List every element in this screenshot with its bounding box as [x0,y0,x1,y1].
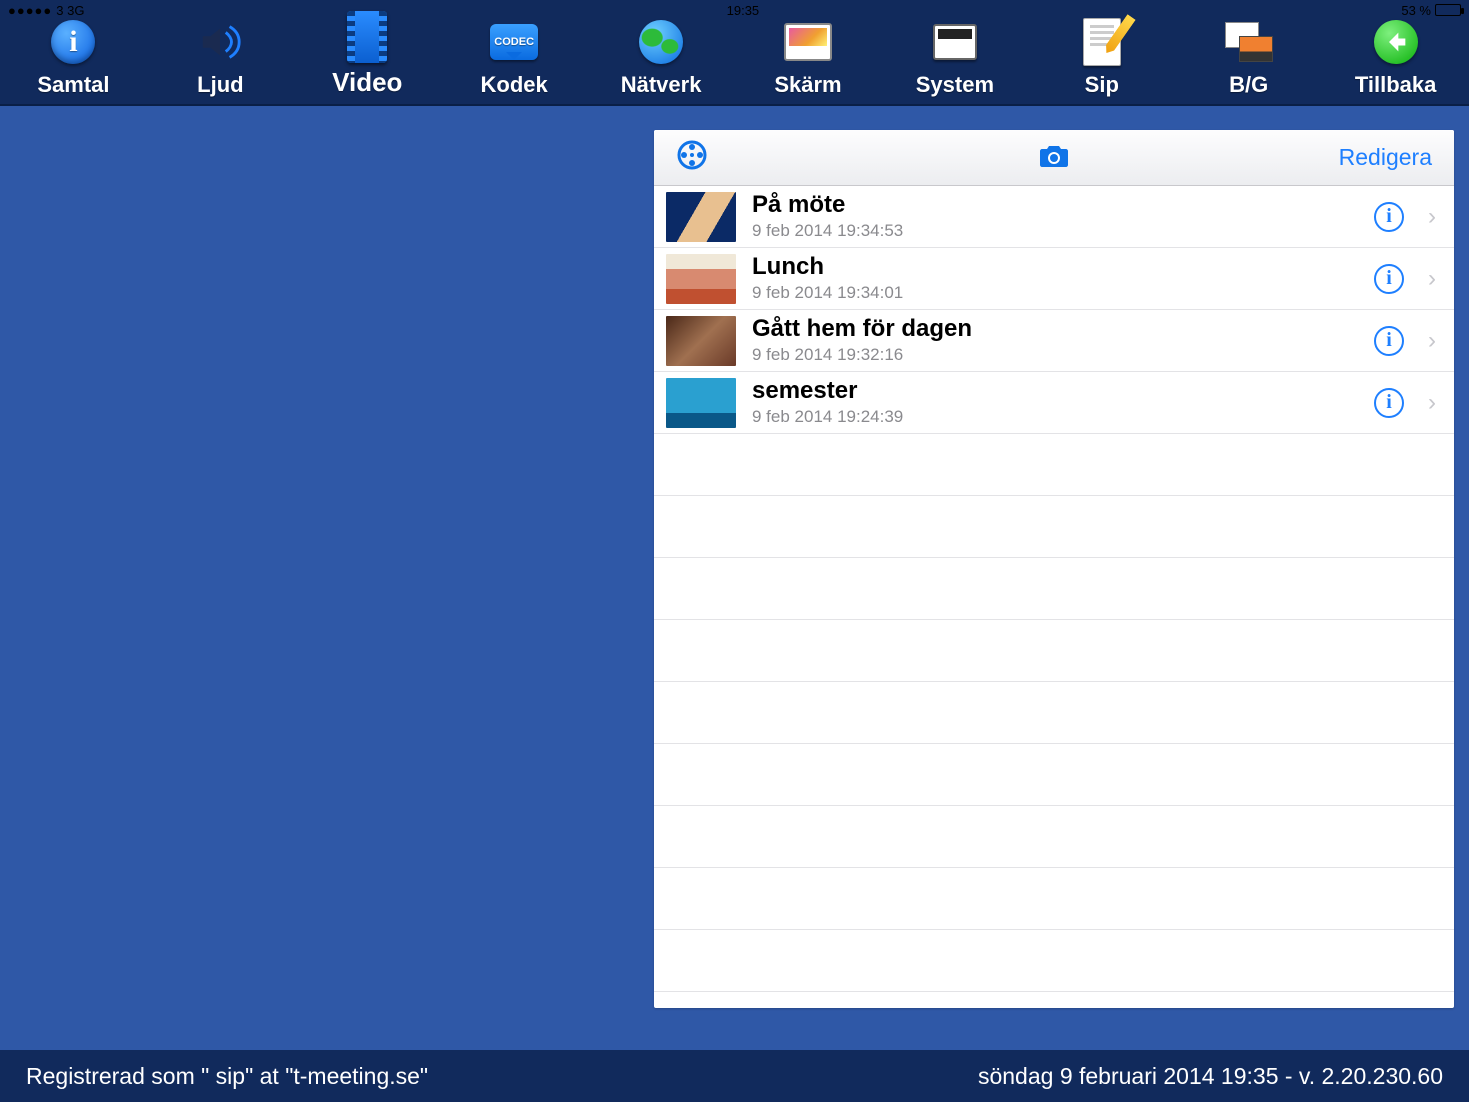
tab-label: Tillbaka [1355,72,1437,98]
tab-kodek[interactable]: CODEC Kodek [441,18,588,98]
tab-natverk[interactable]: Nätverk [588,18,735,98]
list-item-empty [654,806,1454,868]
datetime-version: söndag 9 februari 2014 19:35 - v. 2.20.2… [978,1063,1443,1090]
tab-system[interactable]: System [881,18,1028,98]
item-timestamp: 9 feb 2014 19:34:01 [752,283,1358,303]
thumbnail [666,378,736,428]
tab-label: Sip [1085,72,1119,98]
tab-label: Ljud [197,72,243,98]
tab-label: Video [332,67,402,98]
list-item[interactable]: Gått hem för dagen 9 feb 2014 19:32:16 i… [654,310,1454,372]
document-pencil-icon [1083,18,1121,66]
chevron-right-icon: › [1428,265,1436,293]
footer-bar: Registrerad som " sip" at "t-meeting.se"… [0,1050,1469,1102]
screen-icon [784,23,832,61]
status-bar: ●●●●● 3 3G 19:35 53 % [0,0,1469,20]
tab-video[interactable]: Video [294,13,441,98]
film-reel-icon[interactable] [676,139,708,176]
info-button[interactable]: i [1374,202,1404,232]
status-time: 19:35 [727,3,760,18]
tab-samtal[interactable]: i Samtal [0,18,147,98]
list-item-empty [654,620,1454,682]
item-timestamp: 9 feb 2014 19:32:16 [752,345,1358,365]
item-timestamp: 9 feb 2014 19:24:39 [752,407,1358,427]
edit-button[interactable]: Redigera [1339,144,1432,171]
monitor-icon [933,24,977,60]
tab-label: Skärm [774,72,841,98]
battery-percent: 53 % [1401,3,1431,18]
item-timestamp: 9 feb 2014 19:34:53 [752,221,1358,241]
back-arrow-icon [1374,20,1418,64]
tab-skarm[interactable]: Skärm [735,18,882,98]
list-item-empty [654,868,1454,930]
registration-status: Registrerad som " sip" at "t-meeting.se" [26,1063,428,1090]
video-list-panel: Redigera På möte 9 feb 2014 19:34:53 i ›… [654,130,1454,1008]
carrier-label: 3 3G [56,3,84,18]
pictures-icon [1225,22,1273,62]
item-title: Lunch [752,254,1358,280]
video-list: På möte 9 feb 2014 19:34:53 i › Lunch 9 … [654,186,1454,1008]
speaker-icon [196,18,244,66]
chevron-right-icon: › [1428,327,1436,355]
thumbnail [666,254,736,304]
tab-label: Nätverk [621,72,702,98]
list-item-empty [654,558,1454,620]
tab-label: B/G [1229,72,1268,98]
codec-icon: CODEC [490,24,538,60]
info-button[interactable]: i [1374,388,1404,418]
info-circle-icon: i [51,20,95,64]
list-item[interactable]: Lunch 9 feb 2014 19:34:01 i › [654,248,1454,310]
signal-dots: ●●●●● [8,3,52,18]
list-item-empty [654,434,1454,496]
tab-ljud[interactable]: Ljud [147,18,294,98]
tab-label: Samtal [37,72,109,98]
tab-label: System [916,72,994,98]
main-area: Redigera På möte 9 feb 2014 19:34:53 i ›… [0,106,1469,1050]
panel-header: Redigera [654,130,1454,186]
list-item-empty [654,682,1454,744]
chevron-right-icon: › [1428,389,1436,417]
list-item-empty [654,496,1454,558]
battery-icon [1435,4,1461,16]
item-title: semester [752,378,1358,404]
tab-label: Kodek [481,72,548,98]
globe-icon [639,20,683,64]
camera-icon[interactable] [1038,139,1070,176]
thumbnail [666,316,736,366]
list-item[interactable]: På möte 9 feb 2014 19:34:53 i › [654,186,1454,248]
item-title: På möte [752,192,1358,218]
list-item-empty [654,930,1454,992]
item-title: Gått hem för dagen [752,316,1358,342]
info-button[interactable]: i [1374,264,1404,294]
thumbnail [666,192,736,242]
info-button[interactable]: i [1374,326,1404,356]
list-item-empty [654,744,1454,806]
tab-bg[interactable]: B/G [1175,18,1322,98]
chevron-right-icon: › [1428,203,1436,231]
list-item[interactable]: semester 9 feb 2014 19:24:39 i › [654,372,1454,434]
tab-sip[interactable]: Sip [1028,18,1175,98]
tab-tillbaka[interactable]: Tillbaka [1322,18,1469,98]
